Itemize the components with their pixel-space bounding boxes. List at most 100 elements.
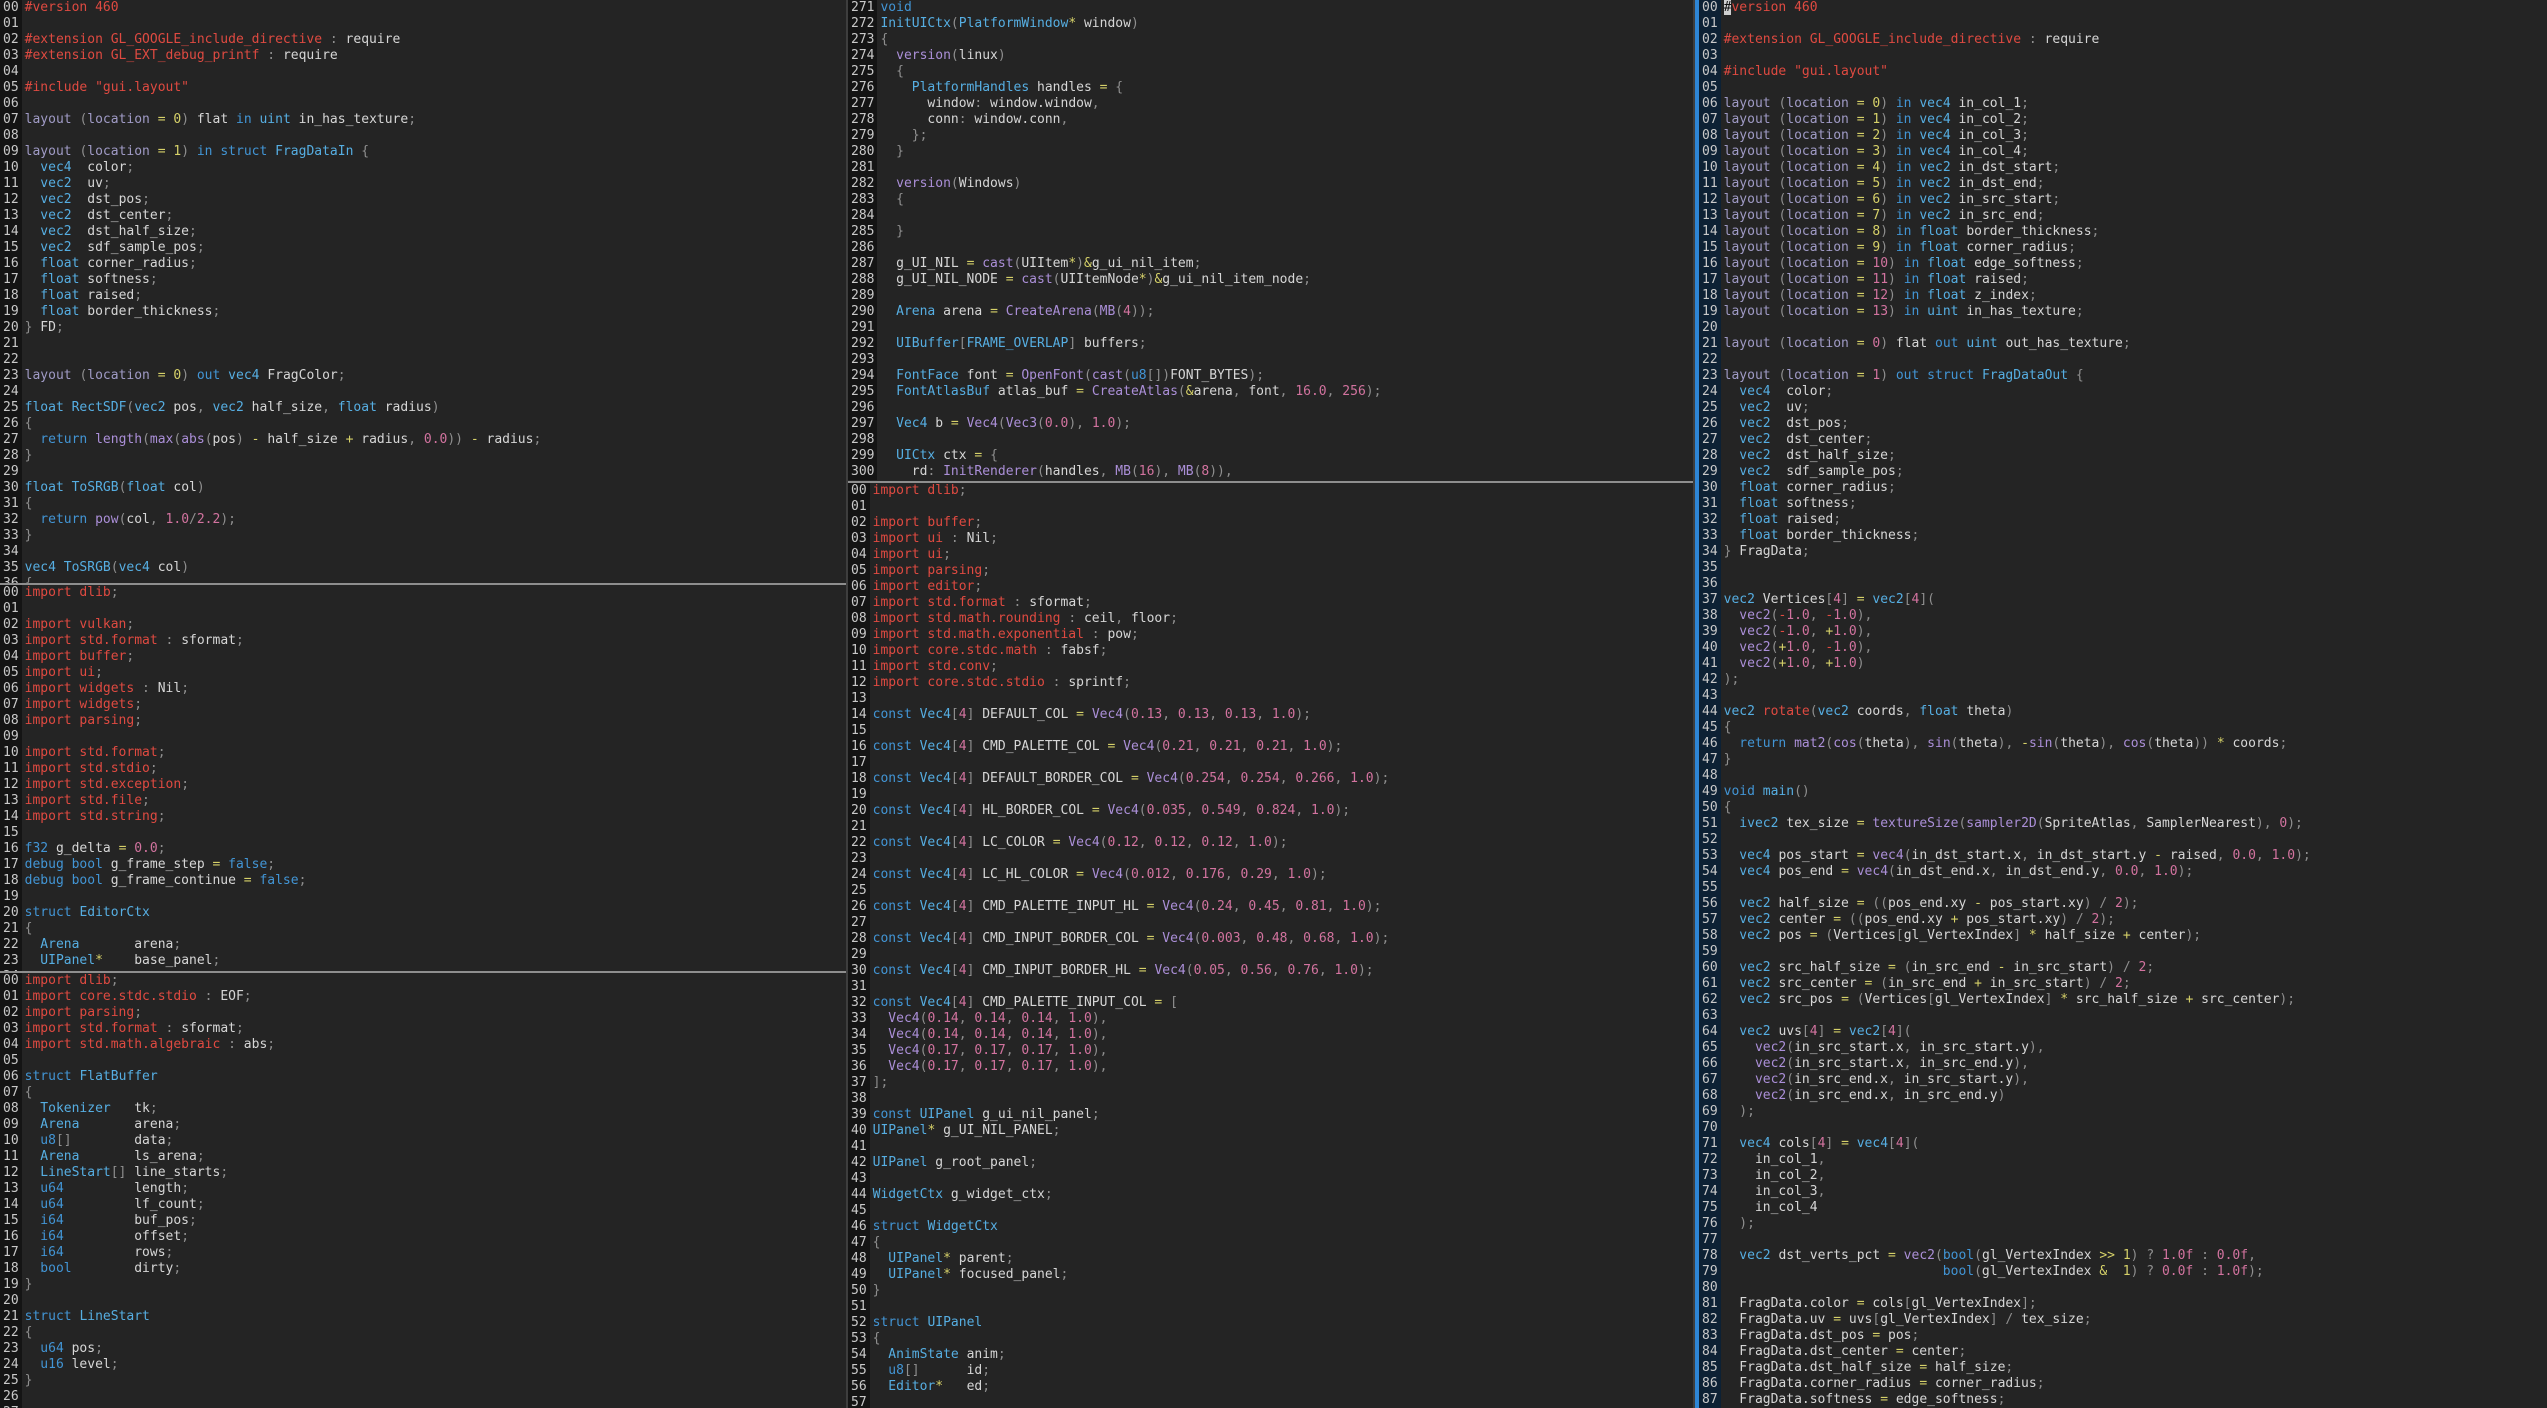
code-line[interactable]: 275 { <box>848 64 1693 80</box>
code-line[interactable]: 11import std.stdio; <box>0 761 846 777</box>
code-line[interactable]: 29 vec2 sdf_sample_pos; <box>1699 464 2547 480</box>
code-line[interactable]: 36 Vec4(0.17, 0.17, 0.17, 1.0), <box>848 1059 1693 1075</box>
code-line[interactable]: 297 Vec4 b = Vec4(Vec3(0.0), 1.0); <box>848 416 1693 432</box>
code-line[interactable]: 19 float border_thickness; <box>0 304 846 320</box>
code-line[interactable]: 15layout (location = 9) in float corner_… <box>1699 240 2547 256</box>
code-line[interactable]: 63 <box>1699 1008 2547 1024</box>
code-line[interactable]: 18const Vec4[4] DEFAULT_BORDER_COL = Vec… <box>848 771 1693 787</box>
code-line[interactable]: 30const Vec4[4] CMD_INPUT_BORDER_HL = Ve… <box>848 963 1693 979</box>
code-line[interactable]: 37]; <box>848 1075 1693 1091</box>
code-line[interactable]: 01 <box>0 16 846 32</box>
code-line[interactable]: 288 g_UI_NIL_NODE = cast(UIItemNode*)&g_… <box>848 272 1693 288</box>
code-line[interactable]: 12import core.stdc.stdio : sprintf; <box>848 675 1693 691</box>
code-line[interactable]: 280 } <box>848 144 1693 160</box>
code-line[interactable]: 19layout (location = 13) in uint in_has_… <box>1699 304 2547 320</box>
code-line[interactable]: 68 vec2(in_src_end.x, in_src_end.y) <box>1699 1088 2547 1104</box>
code-line[interactable]: 78 vec2 dst_verts_pct = vec2(bool(gl_Ver… <box>1699 1248 2547 1264</box>
code-line[interactable]: 76 ); <box>1699 1216 2547 1232</box>
code-line[interactable]: 286 <box>848 240 1693 256</box>
code-line[interactable]: 43 <box>848 1171 1693 1187</box>
code-line[interactable]: 42UIPanel g_root_panel; <box>848 1155 1693 1171</box>
code-line[interactable]: 80 <box>1699 1280 2547 1296</box>
code-line[interactable]: 00#version 460 <box>1699 0 2547 16</box>
code-line[interactable]: 26 <box>0 1389 846 1405</box>
code-line[interactable]: 22 <box>1699 352 2547 368</box>
code-line[interactable]: 28} <box>0 448 846 464</box>
code-line[interactable]: 16const Vec4[4] CMD_PALETTE_COL = Vec4(0… <box>848 739 1693 755</box>
code-line[interactable]: 00import dlib; <box>848 483 1693 499</box>
code-line[interactable]: 27 return length(max(abs(pos) - half_siz… <box>0 432 846 448</box>
code-line[interactable]: 26const Vec4[4] CMD_PALETTE_INPUT_HL = V… <box>848 899 1693 915</box>
code-line[interactable]: 07import widgets; <box>0 697 846 713</box>
code-line[interactable]: 51 ivec2 tex_size = textureSize(sampler2… <box>1699 816 2547 832</box>
code-line[interactable]: 29 <box>0 464 846 480</box>
code-line[interactable]: 67 vec2(in_src_end.x, in_src_start.y), <box>1699 1072 2547 1088</box>
code-line[interactable]: 15 <box>0 825 846 841</box>
code-line[interactable]: 10import std.format; <box>0 745 846 761</box>
code-line[interactable]: 289 <box>848 288 1693 304</box>
code-line[interactable]: 59 <box>1699 944 2547 960</box>
code-line[interactable]: 276 PlatformHandles handles = { <box>848 80 1693 96</box>
code-line[interactable]: 03import std.format : sformat; <box>0 1021 846 1037</box>
code-line[interactable]: 07layout (location = 0) flat in uint in_… <box>0 112 846 128</box>
code-line[interactable]: 34 <box>0 544 846 560</box>
code-line[interactable]: 04import ui; <box>848 547 1693 563</box>
code-line[interactable]: 22const Vec4[4] LC_COLOR = Vec4(0.12, 0.… <box>848 835 1693 851</box>
code-line[interactable]: 32const Vec4[4] CMD_PALETTE_INPUT_COL = … <box>848 995 1693 1011</box>
code-line[interactable]: 09 Arena arena; <box>0 1117 846 1133</box>
code-line[interactable]: 62 vec2 src_pos = (Vertices[gl_VertexInd… <box>1699 992 2547 1008</box>
code-line[interactable]: 271void <box>848 0 1693 16</box>
code-line[interactable]: 48 <box>1699 768 2547 784</box>
code-line[interactable]: 00import dlib; <box>0 585 846 601</box>
editor-pane-flatbuffer-module[interactable]: 00import dlib;01import core.stdc.stdio :… <box>0 973 846 1408</box>
code-line[interactable]: 19 <box>0 889 846 905</box>
code-line[interactable]: 52 <box>1699 832 2547 848</box>
code-line[interactable]: 56 vec2 half_size = ((pos_end.xy - pos_s… <box>1699 896 2547 912</box>
code-line[interactable]: 79 bool(gl_VertexIndex & 1) ? 0.0f : 1.0… <box>1699 1264 2547 1280</box>
code-line[interactable]: 17debug bool g_frame_step = false; <box>0 857 846 873</box>
code-line[interactable]: 291 <box>848 320 1693 336</box>
code-line[interactable]: 06import widgets : Nil; <box>0 681 846 697</box>
code-line[interactable]: 23 u64 pos; <box>0 1341 846 1357</box>
code-line[interactable]: 87 FragData.softness = edge_softness; <box>1699 1392 2547 1408</box>
code-line[interactable]: 11import std.conv; <box>848 659 1693 675</box>
code-line[interactable]: 11 Arena ls_arena; <box>0 1149 846 1165</box>
code-line[interactable]: 07{ <box>0 1085 846 1101</box>
code-line[interactable]: 08import std.math.rounding : ceil, floor… <box>848 611 1693 627</box>
code-line[interactable]: 18debug bool g_frame_continue = false; <box>0 873 846 889</box>
code-line[interactable]: 04 <box>0 64 846 80</box>
code-line[interactable]: 58 vec2 pos = (Vertices[gl_VertexIndex] … <box>1699 928 2547 944</box>
code-line[interactable]: 01 <box>0 601 846 617</box>
code-line[interactable]: 10 vec4 color; <box>0 160 846 176</box>
code-line[interactable]: 72 in_col_1, <box>1699 1152 2547 1168</box>
code-line[interactable]: 30 float corner_radius; <box>1699 480 2547 496</box>
code-line[interactable]: 38 vec2(-1.0, -1.0), <box>1699 608 2547 624</box>
code-line[interactable]: 16 i64 offset; <box>0 1229 846 1245</box>
code-line[interactable]: 13import std.file; <box>0 793 846 809</box>
code-line[interactable]: 57 <box>848 1395 1693 1408</box>
code-line[interactable]: 11layout (location = 5) in vec2 in_dst_e… <box>1699 176 2547 192</box>
code-line[interactable]: 23 UIPanel* base_panel; <box>0 953 846 969</box>
code-line[interactable]: 25} <box>0 1373 846 1389</box>
code-line[interactable]: 56 Editor* ed; <box>848 1379 1693 1395</box>
code-line[interactable]: 36{ <box>0 576 846 583</box>
code-line[interactable]: 53 vec4 pos_start = vec4(in_dst_start.x,… <box>1699 848 2547 864</box>
code-line[interactable]: 279 }; <box>848 128 1693 144</box>
code-line[interactable]: 73 in_col_2, <box>1699 1168 2547 1184</box>
code-line[interactable]: 13layout (location = 7) in vec2 in_src_e… <box>1699 208 2547 224</box>
code-line[interactable]: 14const Vec4[4] DEFAULT_COL = Vec4(0.13,… <box>848 707 1693 723</box>
code-line[interactable]: 05 <box>0 1053 846 1069</box>
code-line[interactable]: 49void main() <box>1699 784 2547 800</box>
code-line[interactable]: 07import std.format : sformat; <box>848 595 1693 611</box>
code-line[interactable]: 25float RectSDF(vec2 pos, vec2 half_size… <box>0 400 846 416</box>
code-line[interactable]: 295 FontAtlasBuf atlas_buf = CreateAtlas… <box>848 384 1693 400</box>
code-line[interactable]: 08layout (location = 2) in vec4 in_col_3… <box>1699 128 2547 144</box>
code-line[interactable]: 51 <box>848 1299 1693 1315</box>
code-line[interactable]: 19 <box>848 787 1693 803</box>
code-line[interactable]: 02#extension GL_GOOGLE_include_directive… <box>0 32 846 48</box>
code-line[interactable]: 32 return pow(col, 1.0/2.2); <box>0 512 846 528</box>
editor-pane-vertex-shader[interactable]: 00#version 4600102#extension GL_GOOGLE_i… <box>1695 0 2547 1408</box>
code-line[interactable]: 84 FragData.dst_center = center; <box>1699 1344 2547 1360</box>
code-line[interactable]: 49 UIPanel* focused_panel; <box>848 1267 1693 1283</box>
code-line[interactable]: 38 <box>848 1091 1693 1107</box>
